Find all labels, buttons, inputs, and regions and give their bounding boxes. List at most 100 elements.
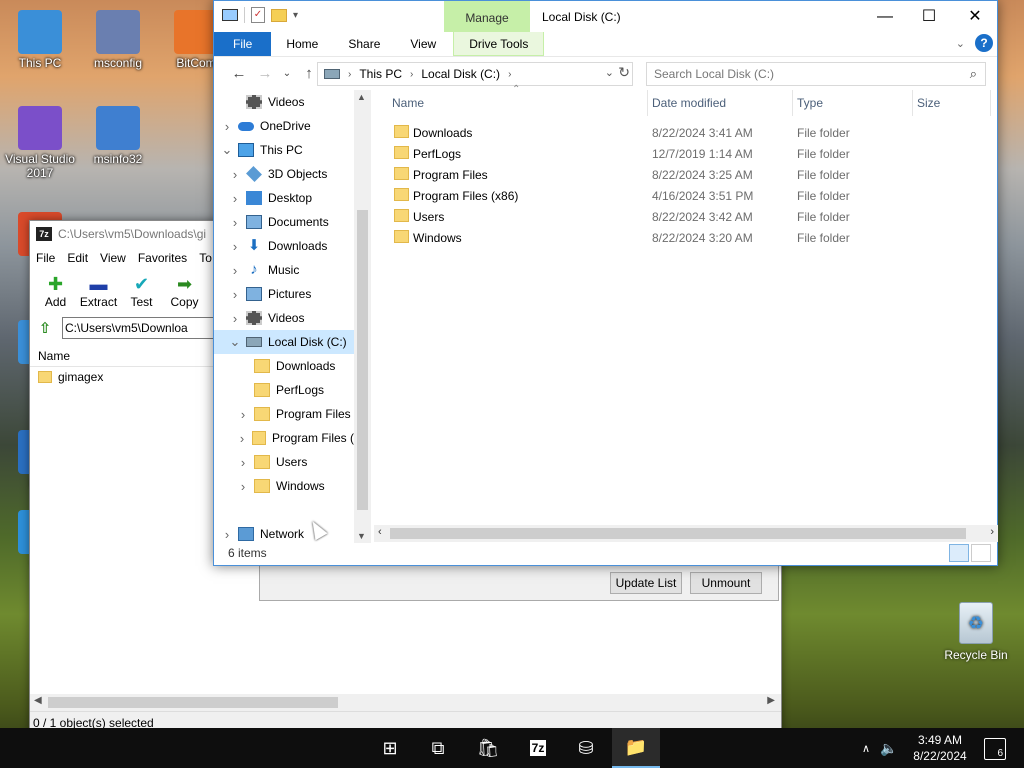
- scroll-left-icon[interactable]: ◀: [34, 695, 42, 706]
- search-box[interactable]: Search Local Disk (C:) ⌕: [646, 62, 986, 86]
- collapsed-chevron-icon[interactable]: ›: [228, 263, 242, 278]
- breadcrumb-chevron-icon[interactable]: ›: [508, 69, 511, 80]
- test-button[interactable]: ✔ Test: [120, 273, 163, 309]
- help-icon[interactable]: ?: [975, 34, 993, 52]
- collapsed-chevron-icon[interactable]: ›: [220, 119, 234, 134]
- expanded-chevron-icon[interactable]: ⌄: [220, 142, 234, 158]
- nav-item-3d-objects[interactable]: › 3D Objects: [214, 162, 354, 186]
- menu-item[interactable]: Edit: [67, 251, 96, 265]
- expanded-chevron-icon[interactable]: ⌄: [228, 334, 242, 350]
- scroll-right-icon[interactable]: ›: [990, 526, 994, 538]
- add-button[interactable]: ✚ Add: [34, 273, 77, 309]
- show-hidden-icons-icon[interactable]: ∧: [862, 742, 870, 755]
- collapsed-chevron-icon[interactable]: ›: [228, 191, 242, 206]
- close-button[interactable]: ✕: [952, 5, 998, 29]
- taskbar-store-button[interactable]: 🛍: [464, 728, 512, 768]
- minimize-button[interactable]: —: [862, 5, 908, 29]
- taskbar-task-view-button[interactable]: ⧉: [414, 728, 462, 768]
- breadcrumb-chevron-icon[interactable]: ›: [348, 69, 351, 80]
- properties-icon[interactable]: ✓: [251, 7, 265, 23]
- menu-item[interactable]: File: [36, 251, 63, 265]
- collapsed-chevron-icon[interactable]: ›: [228, 311, 242, 326]
- table-row[interactable]: PerfLogs 12/7/2019 1:14 AM File folder: [382, 143, 997, 164]
- collapsed-chevron-icon[interactable]: ›: [236, 431, 248, 446]
- address-dropdown-icon[interactable]: ⌄: [605, 66, 614, 79]
- nav-item-program-files-[interactable]: › Program Files (: [214, 426, 354, 450]
- column-header-size[interactable]: Size: [917, 96, 940, 110]
- collapsed-chevron-icon[interactable]: ›: [228, 167, 242, 182]
- file-hscroll-thumb[interactable]: [390, 528, 966, 539]
- nav-vscrollbar[interactable]: ▲ ▼: [354, 90, 371, 543]
- collapsed-chevron-icon[interactable]: ›: [236, 479, 250, 494]
- desktop-icon-3[interactable]: Visual Studio 2017: [2, 106, 78, 180]
- extract-button[interactable]: ▬ Extract: [77, 273, 120, 309]
- file-hscrollbar[interactable]: ‹ ›: [374, 525, 998, 542]
- nav-item-program-files[interactable]: › Program Files: [214, 402, 354, 426]
- tab-home[interactable]: Home: [271, 32, 333, 56]
- details-view-icon[interactable]: [949, 544, 969, 562]
- table-row[interactable]: Program Files (x86) 4/16/2024 3:51 PM File…: [382, 185, 997, 206]
- collapsed-chevron-icon[interactable]: ›: [228, 239, 242, 254]
- table-row[interactable]: Program Files 8/22/2024 3:25 AM File folde…: [382, 164, 997, 185]
- new-folder-icon[interactable]: [271, 8, 287, 22]
- column-divider[interactable]: [990, 90, 991, 116]
- large-icons-view-icon[interactable]: [971, 544, 991, 562]
- recent-locations-icon[interactable]: ⌄: [278, 68, 296, 79]
- column-header-type[interactable]: Type: [797, 96, 823, 110]
- nav-item-desktop[interactable]: › Desktop: [214, 186, 354, 210]
- nav-vscroll-thumb[interactable]: [357, 210, 368, 510]
- table-row[interactable]: Windows 8/22/2024 3:20 AM File folder: [382, 227, 997, 248]
- scroll-down-icon[interactable]: ▼: [357, 531, 366, 541]
- nav-item-windows[interactable]: › Windows: [214, 474, 354, 498]
- maximize-button[interactable]: ☐: [906, 5, 952, 29]
- column-header-name[interactable]: Name: [392, 96, 424, 110]
- sevenzip-path-field[interactable]: C:\Users\vm5\Downloa: [62, 317, 232, 339]
- back-arrow-icon[interactable]: ←: [226, 65, 252, 82]
- tab-file[interactable]: File: [214, 32, 272, 56]
- collapsed-chevron-icon[interactable]: ›: [228, 215, 242, 230]
- breadcrumb-item[interactable]: This PC: [359, 67, 402, 81]
- tab-manage[interactable]: Manage: [444, 1, 530, 32]
- recycle-bin[interactable]: ♻ Recycle Bin: [942, 602, 1010, 662]
- tab-share[interactable]: Share: [333, 32, 395, 56]
- collapsed-chevron-icon[interactable]: ›: [220, 527, 234, 542]
- breadcrumb-chevron-icon[interactable]: ›: [410, 69, 413, 80]
- nav-item-videos[interactable]: › Videos: [214, 306, 354, 330]
- scroll-right-icon[interactable]: ▶: [767, 695, 775, 706]
- clock[interactable]: 3:49 AM 8/22/2024: [905, 732, 975, 764]
- notifications-icon[interactable]: 6: [984, 738, 1006, 760]
- nav-item-videos[interactable]: Videos: [214, 90, 354, 114]
- qat-customize-icon[interactable]: ▾: [293, 10, 298, 21]
- taskbar-gimagex-button[interactable]: ⛁: [562, 728, 610, 768]
- desktop-icon-0[interactable]: This PC: [2, 10, 78, 70]
- up-folder-icon[interactable]: ⇧: [34, 317, 56, 339]
- forward-arrow-icon[interactable]: →: [252, 65, 278, 82]
- nav-item-this-pc[interactable]: ⌄ This PC: [214, 138, 354, 162]
- nav-item-perflogs[interactable]: PerfLogs: [214, 378, 354, 402]
- nav-item-downloads[interactable]: › ⬇ Downloads: [214, 234, 354, 258]
- update-list-button[interactable]: Update List: [610, 572, 682, 594]
- nav-item-onedrive[interactable]: › OneDrive: [214, 114, 354, 138]
- sevenzip-hscroll-thumb[interactable]: [48, 697, 338, 708]
- unmount-button[interactable]: Unmount: [690, 572, 762, 594]
- nav-item-network[interactable]: › Network: [214, 522, 354, 543]
- refresh-icon[interactable]: ↻: [618, 64, 630, 81]
- taskbar-start-button[interactable]: ⊞: [366, 728, 414, 768]
- nav-item-music[interactable]: › ♪ Music: [214, 258, 354, 282]
- collapsed-chevron-icon[interactable]: ›: [236, 407, 250, 422]
- nav-item-local-disk-c-[interactable]: ⌄ Local Disk (C:): [214, 330, 354, 354]
- column-header-date-modified[interactable]: Date modified: [652, 96, 726, 110]
- volume-muted-icon[interactable]: 🔈: [880, 740, 897, 757]
- nav-item-downloads[interactable]: Downloads: [214, 354, 354, 378]
- collapsed-chevron-icon[interactable]: ›: [228, 287, 242, 302]
- menu-item[interactable]: View: [100, 251, 134, 265]
- table-row[interactable]: Users 8/22/2024 3:42 AM File folder: [382, 206, 997, 227]
- taskbar-7-zip-button[interactable]: 7z: [514, 728, 562, 768]
- nav-item-users[interactable]: › Users: [214, 450, 354, 474]
- taskbar-file-explorer-button[interactable]: 📁: [612, 728, 660, 768]
- column-divider[interactable]: [912, 90, 913, 116]
- copy-button[interactable]: ➡ Copy: [163, 273, 206, 309]
- menu-item[interactable]: Favorites: [138, 251, 195, 265]
- column-divider[interactable]: [792, 90, 793, 116]
- sevenzip-hscrollbar[interactable]: ◀ ▶: [30, 694, 781, 711]
